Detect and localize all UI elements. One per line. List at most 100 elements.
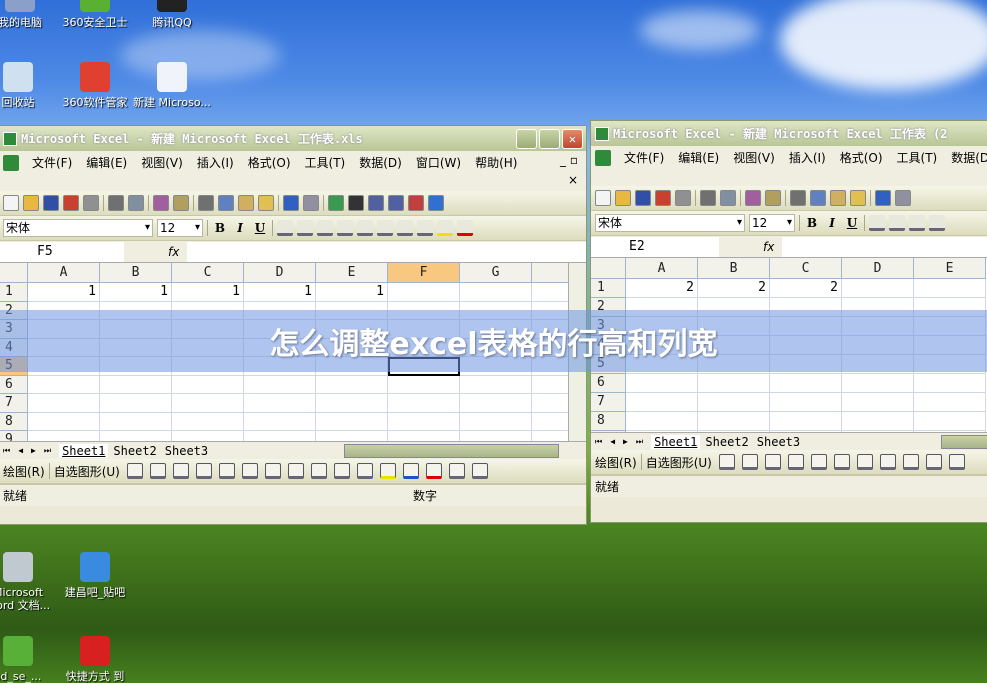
research-icon[interactable] xyxy=(173,195,189,211)
select-pointer-icon[interactable] xyxy=(718,454,735,470)
select-pointer-icon[interactable] xyxy=(126,463,143,479)
font-name-select[interactable]: 宋体 xyxy=(3,219,153,237)
menu-item[interactable]: 插入(I) xyxy=(190,155,241,171)
copy-icon[interactable] xyxy=(810,190,826,206)
vertical-textbox-icon[interactable] xyxy=(856,454,873,470)
research-icon[interactable] xyxy=(765,190,781,206)
close-button[interactable]: ✕ xyxy=(562,129,583,149)
formula-input[interactable] xyxy=(187,241,586,262)
row-header[interactable]: 6 xyxy=(0,375,28,394)
permission-icon[interactable] xyxy=(63,195,79,211)
diagram-icon[interactable] xyxy=(902,454,919,470)
grid-cell[interactable] xyxy=(770,393,842,412)
grid-cell[interactable] xyxy=(626,412,698,431)
new-icon[interactable] xyxy=(595,190,611,206)
wordart-icon[interactable] xyxy=(879,454,896,470)
menu-item[interactable]: 数据(D) xyxy=(352,155,409,171)
redo-icon[interactable] xyxy=(895,190,911,206)
desktop-shortcut[interactable]: 回收站 xyxy=(0,62,58,109)
decrease-indent-icon[interactable] xyxy=(397,220,413,236)
grid-cell[interactable] xyxy=(626,374,698,393)
bold-icon[interactable]: B xyxy=(212,220,228,236)
grid-cell[interactable]: 1 xyxy=(316,283,388,302)
rectangle-icon[interactable] xyxy=(195,463,212,479)
desktop-shortcut[interactable]: 腾讯QQ xyxy=(132,0,212,29)
grid-cell[interactable]: 1 xyxy=(100,283,172,302)
grid-cell[interactable] xyxy=(914,393,986,412)
autoshapes-menu-button[interactable]: 自选图形(U) xyxy=(54,463,120,480)
desktop-shortcut[interactable]: 快捷方式 到 xyxy=(55,636,135,683)
menu-item[interactable]: 视图(V) xyxy=(134,155,190,171)
grid-cell[interactable] xyxy=(698,393,770,412)
rectangle-icon[interactable] xyxy=(787,454,804,470)
fx-icon[interactable]: fx xyxy=(763,240,774,254)
name-box[interactable]: E2 xyxy=(591,236,719,257)
desktop-shortcut[interactable]: Microsoft Word 文档... xyxy=(0,552,58,612)
sheet-nav-arrow-icon[interactable]: ⏭ xyxy=(44,446,51,456)
line-icon[interactable] xyxy=(741,454,758,470)
column-header[interactable]: B xyxy=(100,263,172,283)
fx-icon[interactable]: fx xyxy=(168,245,179,259)
desktop-shortcut[interactable]: 360软件管家 xyxy=(55,62,135,109)
clipart-icon[interactable] xyxy=(925,454,942,470)
grid-cell[interactable] xyxy=(28,375,100,394)
grid-cell[interactable]: 1 xyxy=(172,283,244,302)
grid-cell[interactable] xyxy=(460,394,532,413)
menu-item[interactable]: 数据(D) xyxy=(944,150,987,166)
column-header[interactable]: A xyxy=(626,258,698,279)
print-icon[interactable] xyxy=(108,195,124,211)
open-icon[interactable] xyxy=(615,190,631,206)
menu-item[interactable]: 视图(V) xyxy=(726,150,782,166)
grid-cell[interactable] xyxy=(914,279,986,298)
menu-item[interactable]: 插入(I) xyxy=(782,150,833,166)
font-size-select[interactable]: 12 xyxy=(749,214,795,232)
desktop-shortcut[interactable]: 新建 Microso... xyxy=(132,62,212,109)
print-icon[interactable] xyxy=(700,190,716,206)
align-right-icon[interactable] xyxy=(909,215,925,231)
line-icon[interactable] xyxy=(149,463,166,479)
grid-cell[interactable] xyxy=(460,375,532,394)
menu-item[interactable]: 文件(F) xyxy=(25,155,79,171)
sheet-nav-arrow-icon[interactable]: ▶ xyxy=(623,437,628,446)
save-icon[interactable] xyxy=(43,195,59,211)
menu-item[interactable]: 格式(O) xyxy=(241,155,298,171)
percent-icon[interactable] xyxy=(377,220,393,236)
paste-icon[interactable] xyxy=(238,195,254,211)
menu-item[interactable]: 工具(T) xyxy=(298,155,353,171)
grid-cell[interactable] xyxy=(842,374,914,393)
autoshapes-menu-button[interactable]: 自选图形(U) xyxy=(646,454,712,471)
grid-cell[interactable] xyxy=(842,393,914,412)
column-header[interactable]: F xyxy=(388,263,460,283)
grid-cell[interactable] xyxy=(28,394,100,413)
format-painter-icon[interactable] xyxy=(850,190,866,206)
desktop-shortcut[interactable]: 我的电脑 xyxy=(0,0,60,29)
column-header[interactable]: D xyxy=(244,263,316,283)
select-all-corner[interactable] xyxy=(0,263,28,283)
email-icon[interactable] xyxy=(675,190,691,206)
format-painter-icon[interactable] xyxy=(258,195,274,211)
borders-icon[interactable] xyxy=(417,220,433,236)
sheet-nav-arrow-icon[interactable]: ⏮ xyxy=(3,446,10,456)
workbook-icon[interactable] xyxy=(3,155,19,171)
redo-icon[interactable] xyxy=(303,195,319,211)
desktop-shortcut[interactable]: 建昌吧_贴吧 xyxy=(55,552,135,599)
grid-cell[interactable] xyxy=(388,375,460,394)
sheet-nav-arrow-icon[interactable]: ⏮ xyxy=(595,437,602,447)
spelling-icon[interactable] xyxy=(745,190,761,206)
row-header[interactable]: 1 xyxy=(0,283,28,302)
help-icon[interactable] xyxy=(428,195,444,211)
undo-icon[interactable] xyxy=(283,195,299,211)
align-left-icon[interactable] xyxy=(869,215,885,231)
sheet-nav-arrow-icon[interactable]: ⏭ xyxy=(636,437,643,447)
underline-icon[interactable]: U xyxy=(844,215,860,231)
grid-cell[interactable] xyxy=(460,412,532,431)
grid-cell[interactable] xyxy=(388,283,460,302)
row-header[interactable]: 8 xyxy=(0,412,28,431)
save-icon[interactable] xyxy=(635,190,651,206)
row-header[interactable]: 1 xyxy=(591,279,626,298)
sheet-nav-arrow-icon[interactable]: ◀ xyxy=(610,437,615,446)
italic-icon[interactable]: I xyxy=(824,215,840,231)
diagram-icon[interactable] xyxy=(310,463,327,479)
grid-cell[interactable] xyxy=(842,279,914,298)
line-style-icon[interactable] xyxy=(448,463,465,479)
